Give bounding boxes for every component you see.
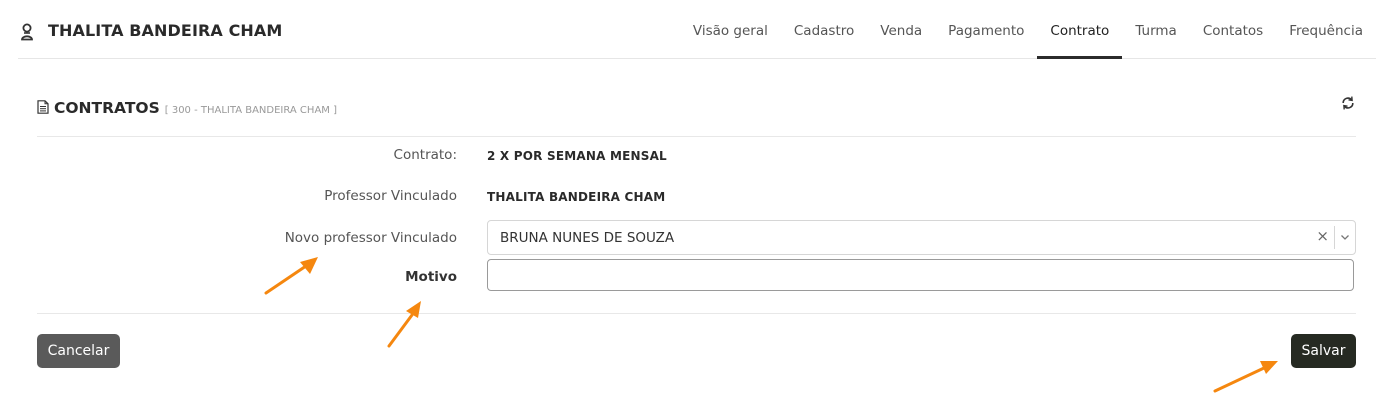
refresh-icon[interactable]	[1340, 95, 1356, 111]
clear-selection-button[interactable]: ×	[1316, 226, 1329, 246]
tab-bar: Visão geral Cadastro Venda Pagamento Con…	[680, 0, 1376, 59]
tab-pagamento[interactable]: Pagamento	[935, 0, 1037, 58]
top-bar: THALITA BANDEIRA CHAM Visão geral Cadast…	[18, 0, 1376, 59]
save-button[interactable]: Salvar	[1291, 334, 1356, 368]
novo-professor-selected-value: BRUNA NUNES DE SOUZA	[500, 230, 675, 246]
novo-professor-select[interactable]: BRUNA NUNES DE SOUZA ×	[487, 220, 1356, 255]
contrato-value: 2 X POR SEMANA MENSAL	[487, 149, 667, 163]
tab-frequencia[interactable]: Frequência	[1276, 0, 1376, 58]
page-subtitle: [ 300 - THALITA BANDEIRA CHAM ]	[164, 105, 337, 116]
professor-vinculado-value: THALITA BANDEIRA CHAM	[487, 190, 666, 204]
chevron-down-icon[interactable]	[1339, 231, 1351, 243]
annotation-arrow-motivo	[387, 301, 421, 348]
divider-top	[37, 136, 1356, 137]
novo-professor-label: Novo professor Vinculado	[284, 230, 457, 246]
motivo-label: Motivo	[405, 269, 457, 285]
annotation-arrow-novo-professor	[264, 257, 318, 295]
tab-venda[interactable]: Venda	[867, 0, 935, 58]
contrato-label: Contrato:	[393, 147, 457, 163]
card-title: CONTRATOS [ 300 - THALITA BANDEIRA CHAM …	[37, 99, 337, 117]
professor-vinculado-label: Professor Vinculado	[324, 188, 457, 204]
page-title: CONTRATOS	[54, 99, 160, 117]
document-icon	[37, 100, 49, 114]
annotation-arrow-salvar	[1213, 361, 1278, 393]
divider-bottom	[37, 313, 1356, 314]
tab-turma[interactable]: Turma	[1122, 0, 1190, 58]
tab-cadastro[interactable]: Cadastro	[781, 0, 867, 58]
user-icon	[21, 23, 33, 41]
tab-contrato[interactable]: Contrato	[1037, 0, 1123, 59]
motivo-input[interactable]	[487, 259, 1354, 291]
cancel-button[interactable]: Cancelar	[37, 334, 120, 368]
tab-visao-geral[interactable]: Visão geral	[680, 0, 781, 58]
student-name: THALITA BANDEIRA CHAM	[48, 21, 283, 40]
select-separator	[1334, 226, 1335, 249]
tab-contatos[interactable]: Contatos	[1190, 0, 1276, 58]
